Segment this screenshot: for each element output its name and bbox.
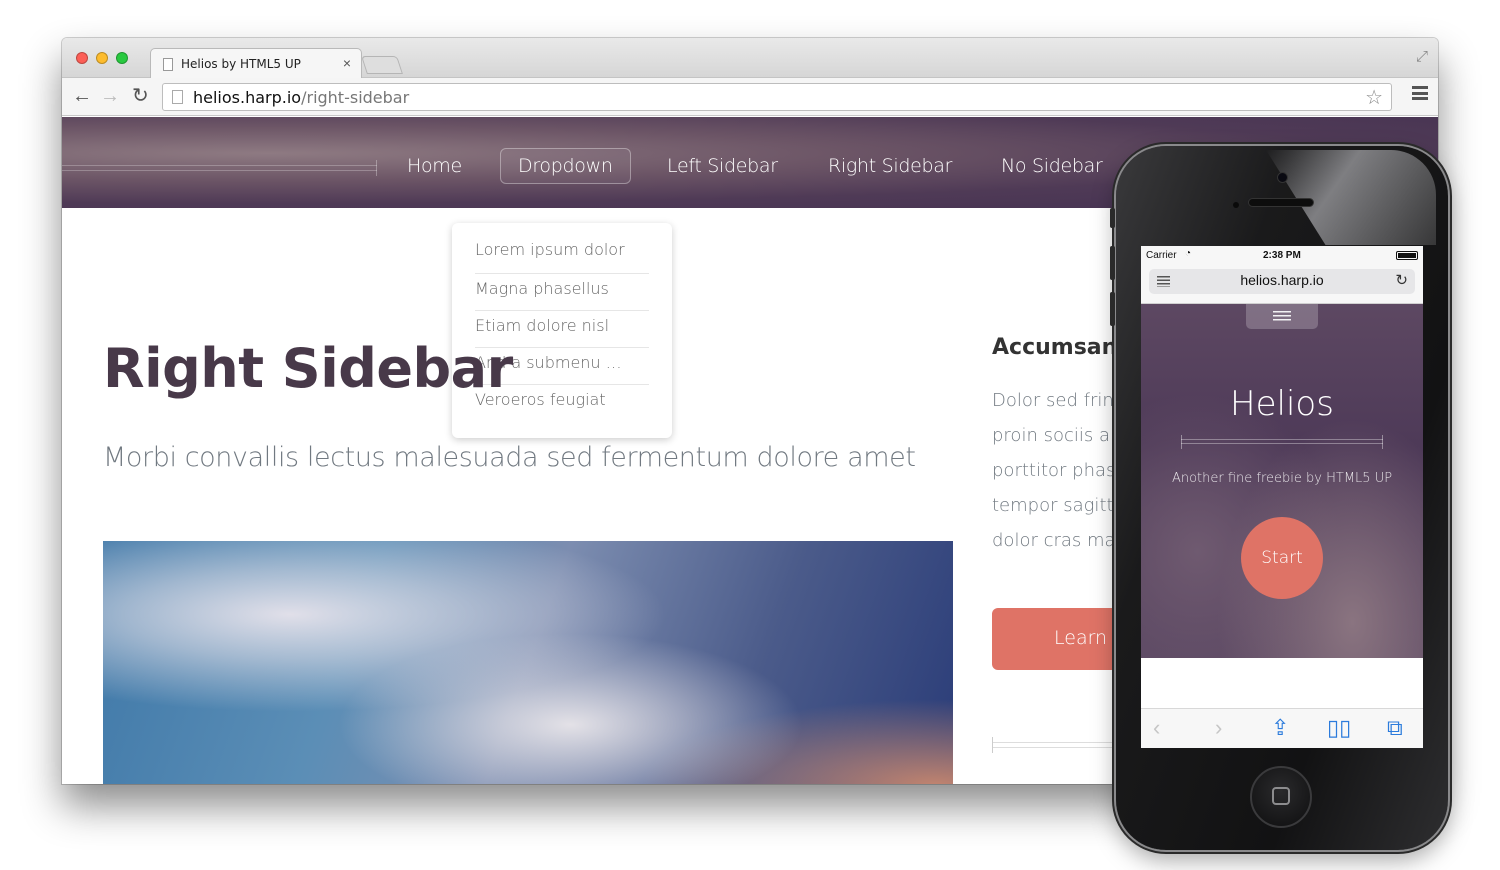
forward-chevron-icon[interactable]: ›	[1215, 715, 1222, 741]
tab-close-icon[interactable]: ×	[343, 55, 351, 71]
safari-url: helios.harp.io	[1240, 272, 1324, 288]
share-icon[interactable]: ⇪	[1271, 715, 1289, 741]
dropdown-item[interactable]: Magna phasellus	[475, 274, 649, 311]
forward-arrow-icon[interactable]: →	[100, 84, 120, 108]
dropdown-menu: Lorem ipsum dolor Magna phasellus Etiam …	[452, 223, 672, 438]
phone-screen: Carrier ◔ 2:38 PM helios.harp.io ↻ Helio…	[1141, 246, 1423, 748]
mobile-title-rule	[1181, 435, 1383, 449]
back-arrow-icon[interactable]: ←	[72, 84, 92, 108]
url-text: helios.harp.io/right-sidebar	[193, 88, 409, 107]
url-host: helios.harp.io	[193, 88, 302, 107]
mobile-hero: Helios Another fine freebie by HTML5 UP …	[1141, 304, 1423, 658]
hero-image	[103, 541, 953, 784]
carrier-label: Carrier	[1146, 250, 1177, 261]
front-camera-icon	[1277, 172, 1288, 183]
bookmark-star-icon[interactable]: ☆	[1365, 85, 1383, 110]
sidebar-text-line: dolor cras mag	[992, 530, 1127, 551]
safari-address-bar: helios.harp.io ↻	[1141, 264, 1423, 304]
mobile-site-title: Helios	[1230, 384, 1334, 424]
sidebar-text-line: tempor sagittis	[992, 495, 1128, 516]
mobile-menu-toggle[interactable]	[1246, 304, 1318, 329]
tabs-icon[interactable]: ⧉	[1387, 715, 1403, 741]
reload-icon[interactable]: ↻	[1395, 271, 1408, 289]
nav-left-sidebar[interactable]: Left Sidebar	[667, 155, 778, 177]
safari-toolbar: ‹ › ⇪ ▯▯ ⧉	[1141, 708, 1423, 748]
close-window-button[interactable]	[76, 52, 88, 64]
browser-tab[interactable]: Helios by HTML5 UP ×	[150, 48, 362, 79]
sidebar-text-line: Dolor sed fring	[992, 390, 1125, 411]
browser-menu-icon[interactable]	[1412, 86, 1428, 100]
nav-home[interactable]: Home	[407, 155, 462, 177]
volume-up-button	[1110, 246, 1115, 280]
status-time: 2:38 PM	[1263, 250, 1301, 261]
dropdown-item[interactable]: Lorem ipsum dolor	[475, 240, 649, 274]
home-square-icon	[1272, 787, 1290, 805]
hamburger-icon	[1273, 311, 1291, 321]
stage: Helios by HTML5 UP × ⤢ ← → ↻ helios.harp…	[0, 0, 1500, 870]
page-icon	[163, 58, 173, 71]
browser-toolbar: ← → ↻ helios.harp.io/right-sidebar ☆	[62, 78, 1438, 116]
phone-mockup: Carrier ◔ 2:38 PM helios.harp.io ↻ Helio…	[1110, 146, 1448, 850]
url-path: /right-sidebar	[301, 88, 410, 107]
start-button[interactable]: Start	[1241, 517, 1323, 599]
nav-right-sidebar[interactable]: Right Sidebar	[828, 155, 952, 177]
wifi-icon: ◔	[1185, 248, 1192, 259]
mobile-tagline: Another fine freebie by HTML5 UP	[1171, 471, 1393, 486]
sidebar-text-line: porttitor phas	[992, 460, 1116, 481]
nav-dropdown[interactable]: Dropdown	[500, 148, 631, 184]
mute-switch	[1110, 208, 1115, 228]
back-chevron-icon[interactable]: ‹	[1153, 715, 1160, 741]
tab-strip: Helios by HTML5 UP × ⤢	[62, 38, 1438, 79]
proximity-sensor	[1233, 202, 1239, 208]
ios-status-bar: Carrier ◔ 2:38 PM	[1141, 246, 1423, 264]
tab-title: Helios by HTML5 UP	[181, 57, 301, 71]
battery-icon	[1396, 251, 1418, 260]
zoom-window-button[interactable]	[116, 52, 128, 64]
header-divider	[62, 160, 377, 176]
minimize-window-button[interactable]	[96, 52, 108, 64]
page-icon	[172, 90, 183, 104]
earpiece-speaker	[1248, 198, 1314, 207]
page-title: Right Sidebar	[103, 337, 513, 400]
safari-url-field[interactable]: helios.harp.io ↻	[1149, 269, 1415, 294]
address-bar[interactable]: helios.harp.io/right-sidebar ☆	[162, 83, 1392, 111]
sidebar-text-line: proin sociis a	[992, 425, 1110, 446]
page-subtitle: Morbi convallis lectus malesuada sed fer…	[103, 442, 916, 473]
nav-no-sidebar[interactable]: No Sidebar	[1001, 155, 1103, 177]
bookmarks-icon[interactable]: ▯▯	[1327, 715, 1351, 741]
fullscreen-icon[interactable]: ⤢	[1416, 48, 1428, 65]
home-button[interactable]	[1250, 766, 1312, 828]
reload-icon[interactable]: ↻	[132, 84, 149, 108]
new-tab-button[interactable]	[361, 56, 403, 74]
volume-down-button	[1110, 292, 1115, 326]
